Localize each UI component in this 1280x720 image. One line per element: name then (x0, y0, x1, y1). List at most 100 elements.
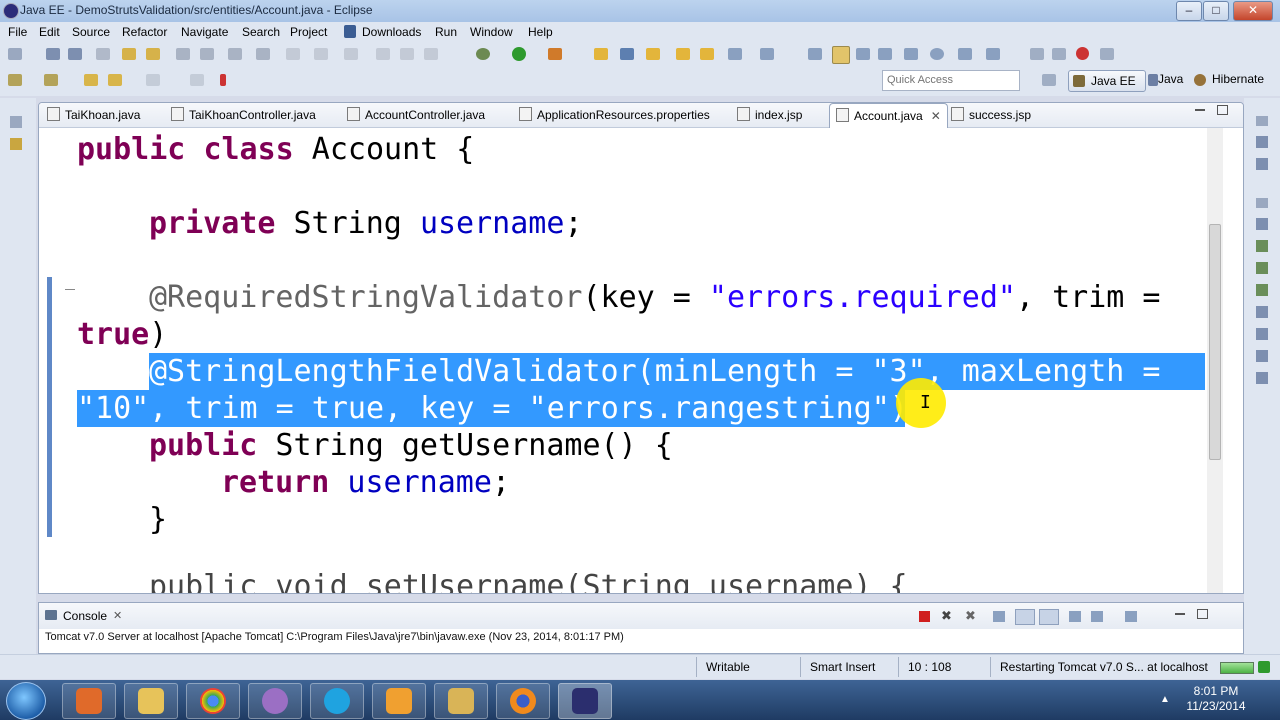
run-icon[interactable] (512, 47, 526, 61)
forward-icon[interactable] (1030, 48, 1044, 60)
start-button[interactable] (6, 682, 46, 720)
menu-source[interactable]: Source (72, 25, 110, 39)
suspend-icon[interactable] (400, 48, 414, 60)
next-edit-icon[interactable] (8, 74, 22, 86)
progress-view-icon[interactable] (1258, 661, 1270, 673)
progress-icon[interactable] (1256, 350, 1268, 362)
annotation-nav-icon[interactable] (808, 48, 822, 60)
search-view-icon[interactable] (1256, 372, 1268, 384)
hand-icon[interactable] (1100, 48, 1114, 60)
snippets-icon[interactable] (1256, 262, 1268, 274)
progress-indicator[interactable] (1220, 662, 1254, 674)
perspective-hibernate[interactable]: Hibernate (1212, 72, 1264, 86)
taskbar-outlook[interactable] (372, 683, 426, 719)
quick-access-input[interactable] (883, 71, 1019, 88)
markers-icon[interactable] (1256, 306, 1268, 318)
external-tools-icon[interactable] (548, 48, 562, 60)
restore-view-icon[interactable] (10, 116, 22, 128)
properties-icon[interactable] (1256, 284, 1268, 296)
tab-applicationresources-properties[interactable]: ApplicationResources.properties (519, 107, 710, 122)
close-console-icon[interactable]: ✕ (113, 609, 122, 622)
redo-icon[interactable] (314, 48, 328, 60)
open-console-icon[interactable] (1125, 611, 1137, 622)
save-all-icon[interactable] (68, 48, 82, 60)
taskbar-media-player[interactable] (62, 683, 116, 719)
block-selection-icon[interactable] (856, 48, 870, 60)
terminate-console-icon[interactable] (919, 611, 930, 622)
problems-icon[interactable] (1256, 328, 1268, 340)
tab-index-jsp[interactable]: index.jsp (737, 107, 802, 122)
open-task-icon[interactable] (700, 48, 714, 60)
menu-project[interactable]: Project (290, 25, 327, 39)
taskbar-skype[interactable] (310, 683, 364, 719)
menu-refactor[interactable]: Refactor (122, 25, 167, 39)
menu-file[interactable]: File (8, 25, 27, 39)
pin-console-icon[interactable] (1069, 611, 1081, 622)
outline-icon[interactable] (228, 48, 242, 60)
search-icon[interactable] (760, 48, 774, 60)
minimize-button[interactable]: – (1176, 1, 1202, 21)
shift-left-icon[interactable] (256, 48, 270, 60)
servers-icon[interactable] (1256, 218, 1268, 230)
error-marker-icon[interactable] (220, 74, 226, 86)
forward-history-icon[interactable] (146, 74, 160, 86)
code-area[interactable]: public class Account { private String us… (39, 128, 1205, 593)
taskbar-file-manager[interactable] (434, 683, 488, 719)
taskbar-chrome[interactable] (186, 683, 240, 719)
show-whitespace-icon[interactable] (878, 48, 892, 60)
tab-taikhoan-java[interactable]: TaiKhoan.java (47, 107, 140, 122)
undo-icon[interactable] (286, 48, 300, 60)
data-source-icon[interactable] (1256, 240, 1268, 252)
display-console-icon[interactable] (1091, 611, 1103, 622)
restore-icon-2[interactable] (1256, 198, 1268, 208)
remove-launch-icon[interactable]: ✖ (941, 608, 952, 624)
new-package-icon[interactable] (594, 48, 608, 60)
open-perspective-icon[interactable] (1042, 74, 1056, 86)
clear-console-icon[interactable] (993, 611, 1005, 622)
globe-icon[interactable] (930, 48, 944, 60)
pin-icon[interactable] (190, 74, 204, 86)
open-type-icon[interactable] (676, 48, 690, 60)
package-explorer-icon[interactable] (10, 138, 22, 150)
maximize-editor-icon[interactable] (1217, 105, 1228, 115)
perspective-java-ee[interactable]: Java EE (1068, 70, 1146, 92)
menu-edit[interactable]: Edit (39, 25, 60, 39)
pilcrow-icon[interactable] (904, 48, 918, 60)
new-interface-icon[interactable] (646, 48, 660, 60)
scroll-lock-icon[interactable] (1015, 609, 1035, 625)
menu-downloads[interactable]: Downloads (362, 25, 421, 39)
scrollbar-thumb[interactable] (1209, 224, 1221, 460)
tab-success-jsp[interactable]: success.jsp (951, 107, 1031, 122)
taskbar-eclipse[interactable] (558, 683, 612, 719)
close-tab-icon[interactable]: ✕ (931, 109, 941, 123)
taskbar-firefox[interactable] (496, 683, 550, 719)
resume-icon[interactable] (376, 48, 390, 60)
menu-window[interactable]: Window (470, 25, 513, 39)
word-wrap-icon[interactable] (1039, 609, 1059, 625)
debug-icon[interactable] (476, 48, 490, 60)
taskbar-explorer[interactable] (124, 683, 178, 719)
editor-vertical-scrollbar[interactable] (1207, 128, 1223, 593)
back-icon[interactable] (84, 74, 98, 86)
terminate-icon[interactable] (424, 48, 438, 60)
outline-view-icon[interactable] (1256, 158, 1268, 170)
task-list-icon[interactable] (1256, 136, 1268, 148)
save-icon[interactable] (46, 48, 60, 60)
quick-access-box[interactable] (882, 70, 1020, 91)
menu-run[interactable]: Run (435, 25, 457, 39)
next-annotation-icon[interactable] (958, 48, 972, 60)
stop-icon[interactable] (1076, 47, 1089, 60)
maximize-console-icon[interactable] (1197, 609, 1208, 619)
tab-accountcontroller-java[interactable]: AccountController.java (347, 107, 485, 122)
maximize-button[interactable]: □ (1203, 1, 1229, 21)
back-history-icon[interactable] (108, 74, 122, 86)
console-tab-label[interactable]: Console (63, 609, 107, 623)
debug-step-icon[interactable] (344, 48, 358, 60)
perspective-java[interactable]: Java (1158, 72, 1183, 86)
last-edit-icon[interactable] (44, 74, 58, 86)
format-icon[interactable] (200, 48, 214, 60)
build-icon[interactable] (122, 48, 136, 60)
print-icon[interactable] (96, 48, 110, 60)
toggle-comment-icon[interactable] (176, 48, 190, 60)
skip-icon[interactable] (1052, 48, 1066, 60)
